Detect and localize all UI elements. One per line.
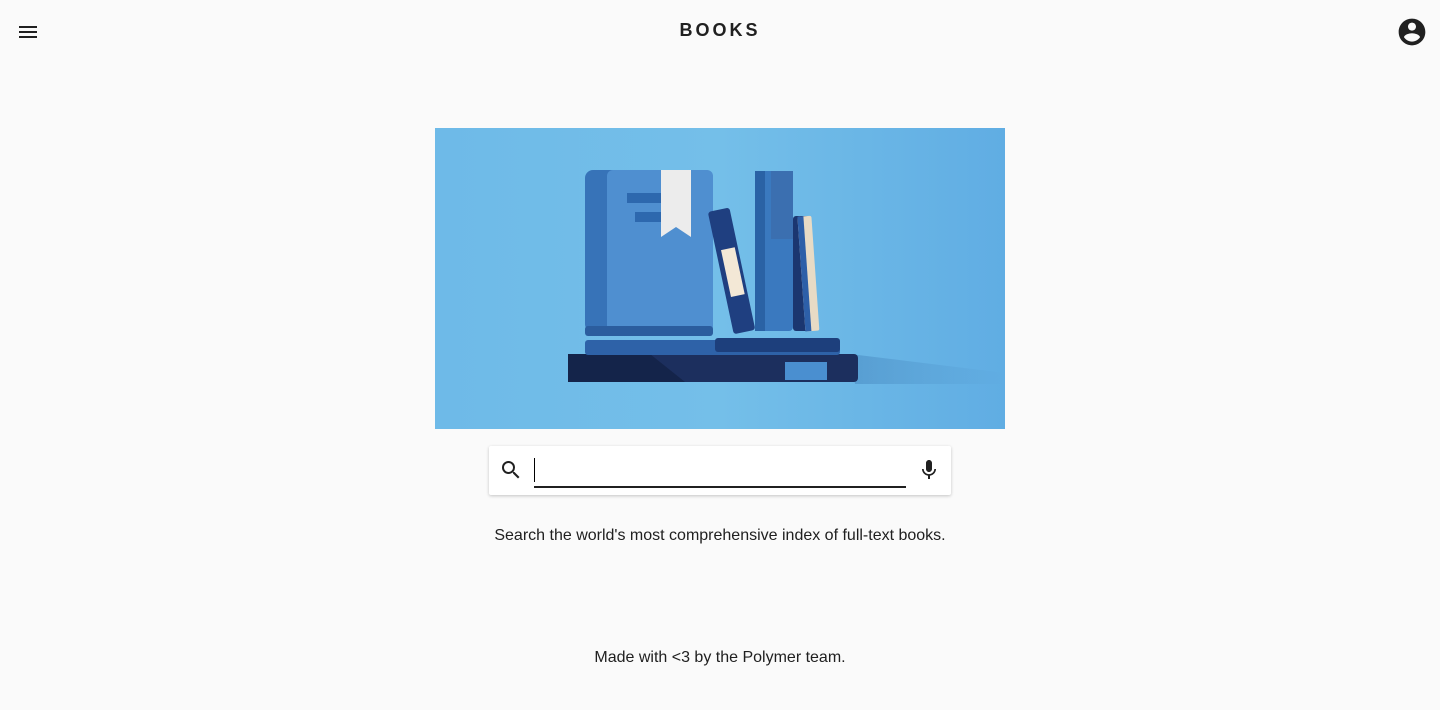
search-icon[interactable]	[499, 458, 523, 482]
app-title: BOOKS	[679, 20, 761, 40]
search-box	[489, 446, 951, 495]
books-illustration	[435, 128, 1005, 429]
account-button[interactable]	[1392, 12, 1432, 52]
page: BOOKS Search the world's most comprehens…	[0, 0, 1440, 710]
tagline: Search the world's most comprehensive in…	[494, 527, 946, 544]
text-caret	[534, 458, 535, 482]
mic-icon[interactable]	[917, 458, 941, 482]
app-header: BOOKS	[0, 0, 1440, 64]
footer-text: Made with <3 by the Polymer team.	[594, 649, 846, 666]
account-circle-icon	[1398, 18, 1426, 46]
search-input[interactable]	[534, 454, 906, 488]
